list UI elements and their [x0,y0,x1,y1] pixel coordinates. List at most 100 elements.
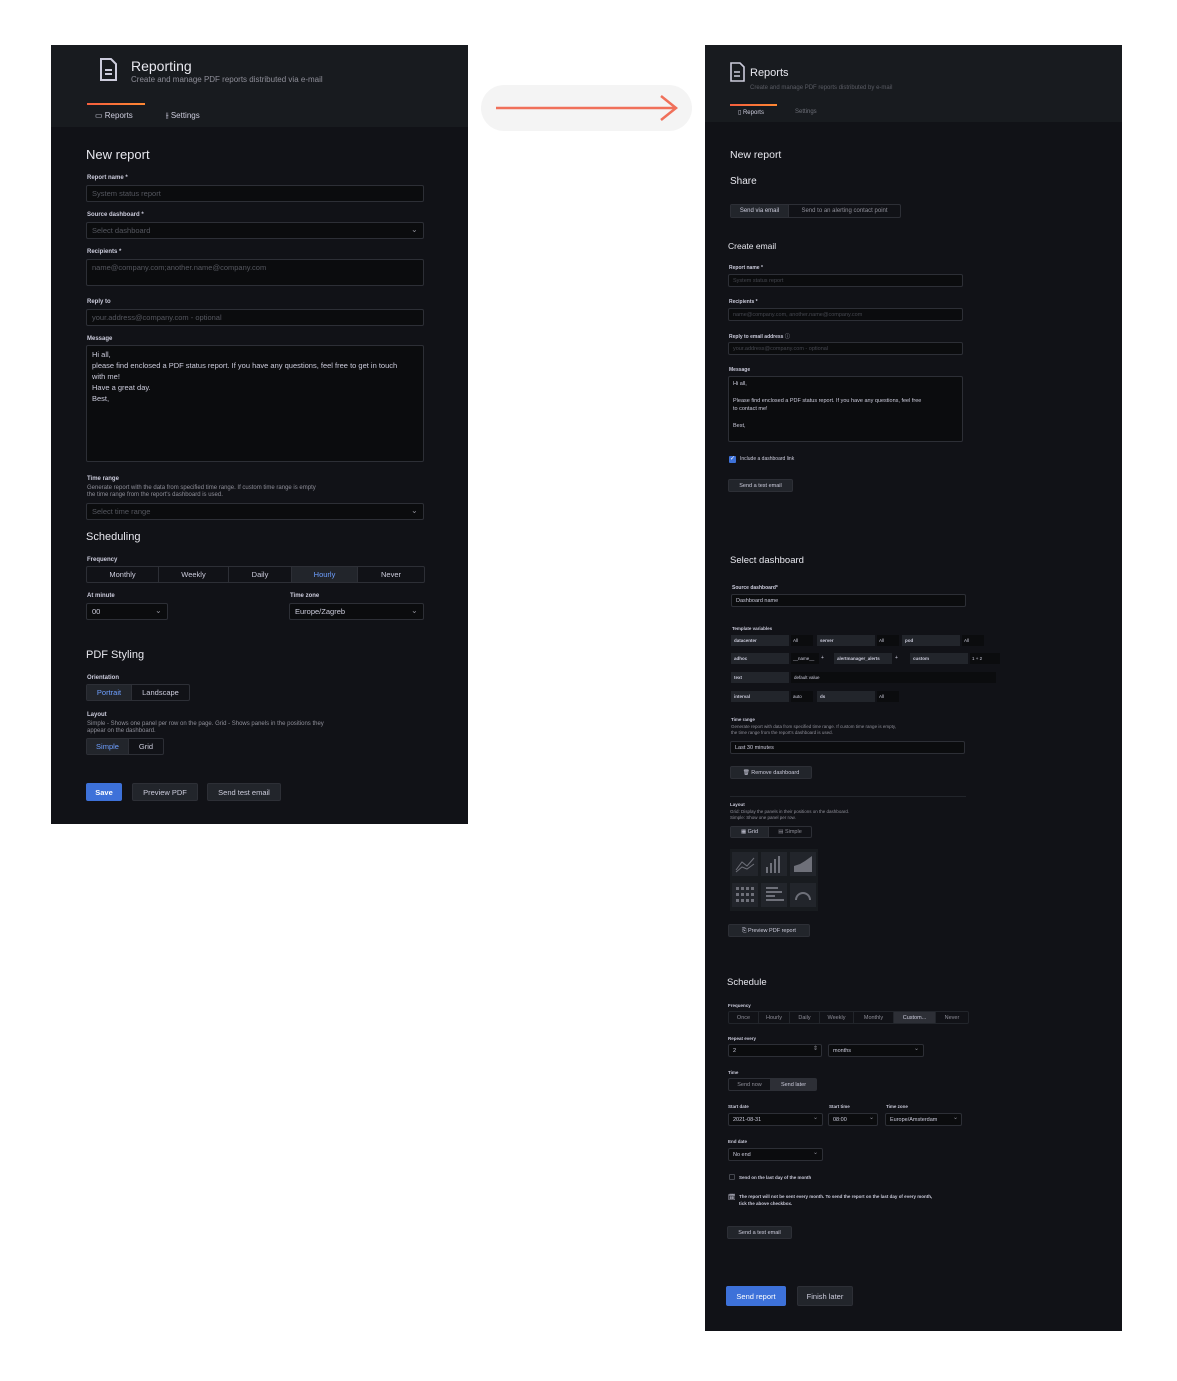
layout-simple[interactable]: Simple [87,739,129,754]
layout-grid[interactable]: ▦ Grid [731,827,769,837]
message-textarea[interactable]: Hi all, Please find enclosed a PDF statu… [728,376,963,442]
layout-grid[interactable]: Grid [129,739,163,754]
source-dashboard-input[interactable]: Dashboard name [731,594,966,607]
source-dashboard-label: Source dashboard * [87,212,144,218]
report-name-input[interactable]: System status report [728,274,963,287]
plus-icon[interactable]: + [821,653,824,661]
time-send-now[interactable]: Send now [729,1079,771,1090]
save-button[interactable]: Save [86,783,122,801]
variable-value[interactable]: 1 + 2 [970,653,1000,664]
timezone-select[interactable]: Europe/Zagreb [289,603,424,620]
frequency-daily[interactable]: Daily [229,567,292,582]
send-report-button[interactable]: Send report [726,1286,786,1306]
variable-value[interactable]: default value [791,672,996,683]
preview-pdf-report-button[interactable]: ⎘ Preview PDF report [728,924,810,937]
frequency-weekly[interactable]: Weekly [159,567,229,582]
orientation-portrait[interactable]: Portrait [87,685,132,700]
message-textarea[interactable]: Hi all, please find enclosed a PDF statu… [86,345,424,462]
chevron-down-icon: ⌄ [914,1046,920,1052]
finish-later-button[interactable]: Finish later [797,1286,853,1306]
repeat-unit-select[interactable]: months [828,1044,924,1057]
time-range-desc: Generate report with data from specified… [731,724,896,729]
send-test-email-button[interactable]: Send a test email [728,479,793,492]
chevron-down-icon: ⌄ [813,1115,819,1121]
send-test-email-button[interactable]: Send a test email [727,1226,792,1239]
share-email-option[interactable]: Send via email [731,205,789,217]
end-date-select[interactable]: No end [728,1148,823,1161]
layout-simple[interactable]: ▤ Simple [769,827,811,837]
frequency-never[interactable]: Never [936,1012,968,1023]
schedule-note: The report will not be sent every month.… [739,1194,933,1199]
variable-name: ds [817,691,875,702]
orientation-landscape[interactable]: Landscape [132,685,189,700]
frequency-selector: Monthly Weekly Daily Hourly Never [86,566,425,583]
variable-value[interactable]: __name__ [791,653,819,664]
template-variables-grid: datacenter All server All pod All adhoc … [731,635,1000,735]
report-name-input[interactable]: System status report [86,185,424,202]
repeat-every-label: Repeat every [728,1036,757,1041]
stepper-icon[interactable]: ⇕ [813,1045,818,1052]
arrow-right-icon [496,95,679,121]
plus-icon[interactable]: + [895,653,898,661]
variable-value[interactable]: All [877,635,899,646]
schedule-note: tick the above checkbox. [739,1201,793,1206]
reply-to-input[interactable]: your.address@company.com - optional [728,342,963,355]
tab-reports[interactable]: ▯ Reports [738,109,764,116]
frequency-custom[interactable]: Custom... [894,1012,936,1023]
time-range-select[interactable]: Select time range [86,503,424,520]
form-title: New report [86,147,150,162]
time-range-desc: the time range from the report's dashboa… [87,492,223,498]
reply-to-label: Reply to [87,299,111,305]
page-subtitle: Create and manage PDF reports distribute… [131,75,323,84]
source-dashboard-label: Source dashboard* [732,585,778,591]
frequency-hourly[interactable]: Hourly [759,1012,790,1023]
tab-settings[interactable]: ⫲ Settings [166,111,200,121]
recipients-input[interactable]: name@company.com, another.name@company.c… [728,308,963,321]
recipients-input[interactable]: name@company.com;another.name@company.co… [86,259,424,286]
preview-pdf-button[interactable]: Preview PDF [132,783,198,801]
frequency-daily[interactable]: Daily [790,1012,820,1023]
frequency-monthly[interactable]: Monthly [87,567,159,582]
divider [730,796,966,797]
share-contact-point-option[interactable]: Send to an alerting contact point [789,205,900,217]
frequency-label: Frequency [728,1003,751,1008]
variable-value[interactable]: All [791,635,813,646]
scheduling-title: Scheduling [86,531,141,543]
tab-label: Reports [104,111,133,120]
last-day-checkbox[interactable] [729,1174,735,1180]
frequency-hourly[interactable]: Hourly [292,567,358,582]
frequency-weekly[interactable]: Weekly [820,1012,854,1023]
variable-name: text [731,672,789,683]
variable-value[interactable]: All [877,691,899,702]
end-date-label: End date [728,1139,748,1144]
message-line: with me! [92,372,120,381]
variable-value[interactable]: auto [791,691,813,702]
tab-settings[interactable]: Settings [795,109,817,115]
frequency-once[interactable]: Once [729,1012,759,1023]
source-dashboard-select[interactable]: Select dashboard [86,222,424,239]
tab-reports[interactable]: ▭ Reports [95,111,133,120]
message-line: Best, [733,422,746,429]
variable-name: interval [731,691,789,702]
template-variables-label: Template variables [732,626,773,631]
layout-desc: Simple - Shows one panel per row on the … [87,721,324,727]
create-email-title: Create email [728,241,777,251]
variable-name: adhoc [731,653,789,664]
start-date-input[interactable]: 2021-08-31 [728,1113,823,1126]
repeat-every-input[interactable]: 2 [728,1044,822,1057]
layout-grid-label: Grid [747,829,759,835]
reply-to-input[interactable]: your.address@company.com - optional [86,309,424,326]
frequency-never[interactable]: Never [358,567,424,582]
time-range-input[interactable]: Last 30 minutes [730,741,965,754]
timezone-select[interactable]: Europe/Amsterdam [885,1113,962,1126]
include-link-checkbox[interactable]: ✓ [729,456,736,463]
line-chart-icon [732,852,758,876]
message-line: Hi all, [92,350,111,359]
time-send-later[interactable]: Send later [771,1079,816,1090]
remove-dashboard-button[interactable]: 🗑 Remove dashboard [730,766,812,779]
variable-name: datacenter [731,635,789,646]
variable-value[interactable]: All [962,635,984,646]
frequency-monthly[interactable]: Monthly [854,1012,894,1023]
tab-label: Settings [170,111,200,120]
send-test-email-button[interactable]: Send test email [207,783,281,801]
